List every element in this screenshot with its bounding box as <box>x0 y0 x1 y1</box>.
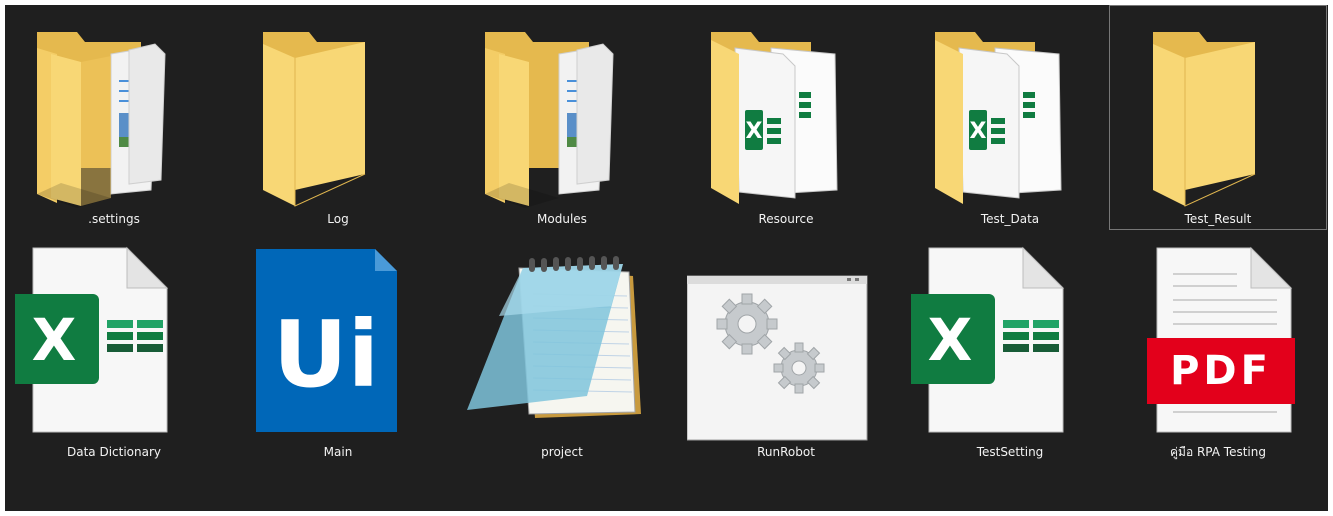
excel-letter: X <box>928 306 973 374</box>
file-name-label: คู่มือ RPA Testing <box>1170 445 1266 459</box>
pdf-letters: PDF <box>1170 348 1272 394</box>
excel-file-icon: X <box>911 246 1111 441</box>
uipath-letters: Ui <box>273 301 379 408</box>
svg-text:X: X <box>970 119 987 144</box>
svg-text:X: X <box>746 119 763 144</box>
folder-icon <box>1119 18 1319 213</box>
file-name-label: Log <box>327 212 349 226</box>
file-item-testsetting[interactable]: X TestSetting <box>901 237 1119 462</box>
file-name-label: TestSetting <box>976 445 1044 459</box>
folder-icon <box>239 18 439 213</box>
executable-gears-icon <box>687 246 887 441</box>
folder-item-test-data[interactable]: X Test_Data <box>901 5 1119 230</box>
file-item-rpa-testing-manual[interactable]: PDF คู่มือ RPA Testing <box>1109 237 1327 462</box>
file-name-label: Test_Result <box>1184 212 1252 226</box>
folder-item-modules[interactable]: Modules <box>453 5 671 230</box>
folder-with-spreadsheets-icon: X <box>687 18 887 213</box>
folder-item-settings[interactable]: .settings <box>5 5 223 230</box>
uipath-file-icon: Ui <box>239 246 439 441</box>
folder-item-resource[interactable]: X Resource <box>677 5 895 230</box>
excel-file-icon: X <box>15 246 215 441</box>
excel-letter: X <box>32 306 77 374</box>
file-item-runrobot[interactable]: RunRobot <box>677 237 895 462</box>
file-name-label: Modules <box>537 212 587 226</box>
folder-item-test-result[interactable]: Test_Result <box>1109 5 1327 230</box>
file-name-label: Test_Data <box>980 212 1040 226</box>
file-item-project[interactable]: project <box>453 237 671 462</box>
file-name-label: project <box>541 445 583 459</box>
notepad-file-icon <box>463 246 663 441</box>
folder-with-documents-icon <box>15 18 215 213</box>
file-name-label: .settings <box>88 212 140 226</box>
folder-with-spreadsheets-icon: X <box>911 18 1111 213</box>
file-name-label: Main <box>323 445 353 459</box>
file-explorer-content-view: .settings Log Modules X Resource X Test_… <box>5 5 1328 511</box>
folder-with-documents-icon <box>463 18 663 213</box>
file-name-label: Resource <box>758 212 814 226</box>
file-name-label: RunRobot <box>757 445 815 459</box>
folder-item-log[interactable]: Log <box>229 5 447 230</box>
pdf-file-icon: PDF <box>1119 246 1319 441</box>
file-item-data-dictionary[interactable]: X Data Dictionary <box>5 237 223 462</box>
file-name-label: Data Dictionary <box>66 445 161 459</box>
file-item-main[interactable]: Ui Main <box>229 237 447 462</box>
